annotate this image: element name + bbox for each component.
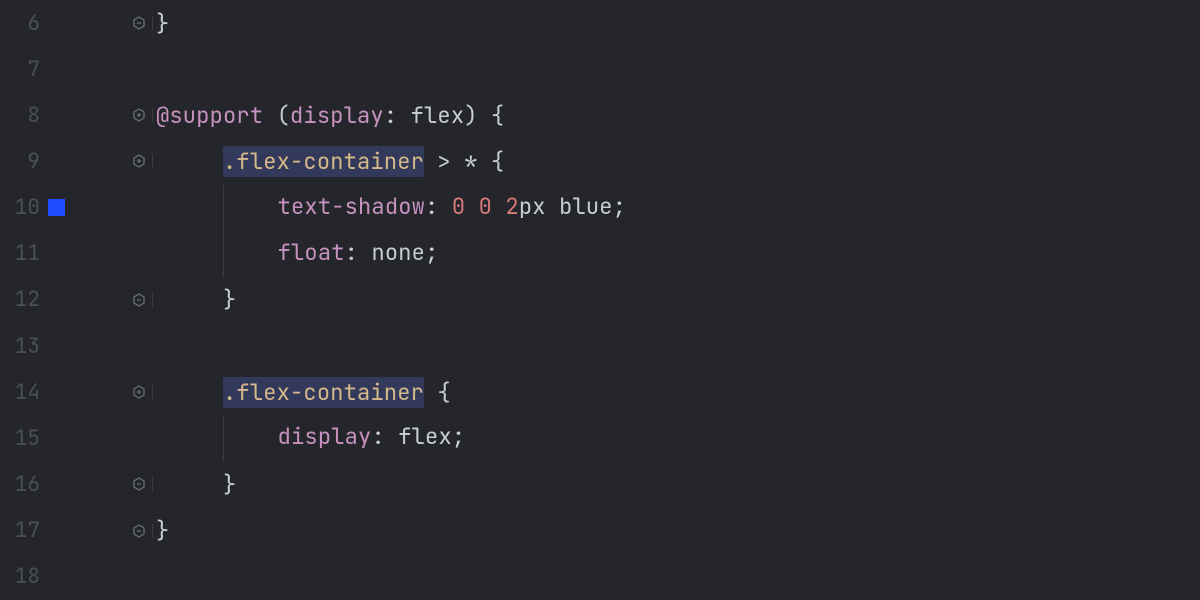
code-content[interactable]: } <box>152 9 1200 38</box>
line-number: 7 <box>0 56 46 83</box>
code-line[interactable]: 14 .flex-container { <box>0 369 1200 415</box>
code-editor[interactable]: 6 } 7 8 @support (display: flex) { 9 <box>0 0 1200 600</box>
fold-open-icon[interactable] <box>132 385 146 399</box>
line-number: 14 <box>0 379 46 406</box>
line-number: 9 <box>0 148 46 175</box>
code-line[interactable]: 8 @support (display: flex) { <box>0 92 1200 138</box>
line-number: 16 <box>0 471 46 498</box>
bookmark-marker-icon[interactable] <box>48 199 65 216</box>
marker-gutter <box>46 199 82 216</box>
line-number: 15 <box>0 425 46 452</box>
code-line[interactable]: 12 } <box>0 277 1200 323</box>
code-line[interactable]: 15 display: flex; <box>0 415 1200 461</box>
fold-gutter <box>82 154 152 168</box>
code-line[interactable]: 9 .flex-container > * { <box>0 138 1200 184</box>
fold-close-icon[interactable] <box>132 293 146 307</box>
fold-close-icon[interactable] <box>132 524 146 538</box>
fold-gutter <box>82 293 152 307</box>
line-number: 17 <box>0 517 46 544</box>
code-content[interactable]: } <box>152 516 1200 545</box>
code-line[interactable]: 7 <box>0 46 1200 92</box>
code-content[interactable]: float: none; <box>152 231 1200 277</box>
code-line[interactable]: 11 float: none; <box>0 231 1200 277</box>
code-content[interactable]: @support (display: flex) { <box>152 101 1200 130</box>
code-line[interactable]: 6 } <box>0 0 1200 46</box>
code-content[interactable]: display: flex; <box>152 415 1200 461</box>
fold-open-icon[interactable] <box>132 154 146 168</box>
line-number: 18 <box>0 563 46 590</box>
code-line[interactable]: 17 } <box>0 508 1200 554</box>
line-number: 6 <box>0 10 46 37</box>
code-content[interactable]: text-shadow: 0 0 2px blue; <box>152 185 1200 231</box>
line-number: 10 <box>0 194 46 221</box>
fold-gutter <box>82 524 152 538</box>
fold-gutter <box>82 108 152 122</box>
fold-gutter <box>82 477 152 491</box>
code-content[interactable]: .flex-container { <box>152 378 1200 407</box>
code-content[interactable]: .flex-container > * { <box>152 147 1200 176</box>
fold-gutter <box>82 385 152 399</box>
line-number: 11 <box>0 240 46 267</box>
fold-open-icon[interactable] <box>132 108 146 122</box>
line-number: 8 <box>0 102 46 129</box>
fold-gutter <box>82 16 152 30</box>
code-line[interactable]: 10 text-shadow: 0 0 2px blue; <box>0 185 1200 231</box>
fold-close-icon[interactable] <box>132 477 146 491</box>
code-line[interactable]: 13 <box>0 323 1200 369</box>
code-content[interactable]: } <box>152 470 1200 499</box>
code-line[interactable]: 16 } <box>0 461 1200 507</box>
line-number: 13 <box>0 333 46 360</box>
code-line[interactable]: 18 <box>0 554 1200 600</box>
code-content[interactable]: } <box>152 285 1200 314</box>
line-number: 12 <box>0 286 46 313</box>
fold-close-icon[interactable] <box>132 16 146 30</box>
